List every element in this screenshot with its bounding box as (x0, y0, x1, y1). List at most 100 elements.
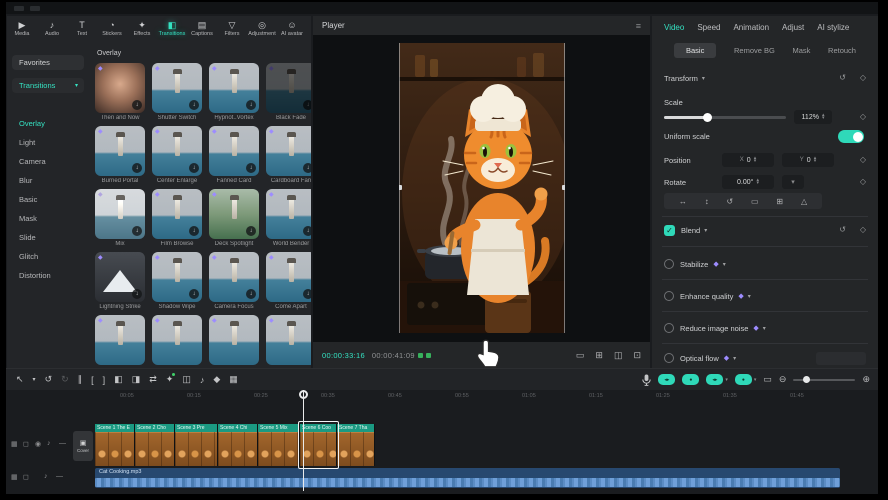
tab-adjustment[interactable]: ◎Adjustment (247, 16, 277, 42)
transition-item[interactable]: ◆↓Shadow Wipe (152, 252, 202, 315)
keyframe-tool-icon[interactable]: ◆ (213, 374, 220, 385)
split-icon[interactable]: ∥ (78, 374, 83, 385)
transform-handle-right[interactable] (564, 43, 565, 333)
transition-item[interactable]: ◆↓Shutter Switch (152, 63, 202, 126)
transition-item[interactable]: ◆↓Black Fade (266, 63, 311, 126)
transition-item[interactable]: ◆↓Camera Focus (209, 252, 259, 315)
player-menu-icon[interactable]: ≡ (636, 21, 641, 31)
tab-stickers[interactable]: ◔Stickers (97, 16, 127, 42)
optical-flow-checkbox[interactable] (664, 353, 674, 363)
sidebar-item-light[interactable]: Light (19, 138, 35, 147)
level-icon[interactable]: △ (801, 197, 807, 206)
transition-item[interactable]: ◆↓Mix (95, 189, 145, 252)
sidebar-item-glitch[interactable]: Glitch (19, 252, 38, 261)
rotate-dial-button[interactable]: ▾ (782, 175, 804, 189)
track-grid-icon[interactable]: ▦ (11, 473, 18, 481)
stabilize-checkbox[interactable] (664, 259, 674, 269)
titlebar-account-icon[interactable] (30, 6, 40, 11)
timeline-zoom-slider[interactable] (793, 379, 855, 381)
chevron-down-icon[interactable]: ▾ (725, 377, 728, 383)
scale-slider-knob[interactable] (703, 113, 712, 122)
transition-item[interactable]: ◆↓Fanned Card (209, 126, 259, 189)
reset-icon[interactable]: ↺ (839, 73, 846, 82)
transition-item[interactable]: ◆↓World Bender (266, 189, 311, 252)
tab-video[interactable]: Video (664, 23, 684, 32)
clip-scene-5[interactable]: Scene 5 Mix (258, 424, 300, 466)
timeline-ruler[interactable]: 00:05 00:15 00:25 00:35 00:45 00:55 01:0… (6, 390, 878, 404)
sidebar-item-camera[interactable]: Camera (19, 157, 46, 166)
tab-speed[interactable]: Speed (697, 23, 720, 32)
transition-item[interactable]: ◆↓Hypnot..Vortex (209, 63, 259, 126)
tab-audio[interactable]: ♪Audio (37, 16, 67, 42)
uniform-scale-toggle[interactable] (838, 130, 864, 143)
subtab-mask[interactable]: Mask (792, 46, 810, 55)
lock-icon[interactable]: ◻ (23, 473, 29, 481)
grid-view-icon[interactable]: ▦ (229, 374, 238, 385)
reset-icon[interactable]: ↺ (839, 225, 846, 234)
grid-align-icon[interactable]: ⊞ (776, 197, 783, 206)
transition-item[interactable]: ◆↓Come Apart (266, 252, 311, 315)
hide-icon[interactable]: ◉ (35, 440, 41, 448)
smart-tool-icon[interactable]: ✦ (166, 374, 174, 385)
clip-scene-1[interactable]: Scene 1 The E (95, 424, 135, 466)
sidebar-item-slide[interactable]: Slide (19, 233, 36, 242)
trim-left-icon[interactable]: [ (91, 375, 94, 385)
safe-zones-icon[interactable]: ⊞ (595, 350, 603, 361)
clip-scene-7[interactable]: Scene 7 Tha (337, 424, 375, 466)
rotate-90-icon[interactable]: ↺ (727, 197, 734, 206)
mute-icon[interactable]: ♪ (44, 473, 48, 480)
stepper-icon[interactable]: ▴▾ (814, 157, 817, 163)
transition-item[interactable]: ◆↓Center Enlarge (152, 126, 202, 189)
keyframe-icon[interactable]: ◇ (860, 177, 866, 186)
cover-button[interactable]: ▣ Cover (73, 431, 93, 461)
sidebar-item-overlay[interactable]: Overlay (19, 119, 45, 128)
ratio-icon[interactable]: ▭ (576, 350, 585, 361)
transform-section-header[interactable]: Transform ▾ (664, 70, 866, 86)
transition-item[interactable]: ◆↓Burned Portal (95, 126, 145, 189)
transition-mode-button[interactable]: ◂▸ (658, 374, 675, 385)
keyframe-icon[interactable]: ◇ (860, 155, 866, 164)
tab-media[interactable]: ▶Media (7, 16, 37, 42)
chevron-down-icon[interactable]: ▾ (763, 325, 766, 332)
swap-icon[interactable]: ⇄ (149, 374, 157, 385)
crop-icon[interactable]: ▭ (751, 197, 759, 206)
clip-scene-3[interactable]: Scene 3 Pre (175, 424, 218, 466)
collapse-icon[interactable]: — (56, 473, 63, 480)
lock-icon[interactable]: ◻ (23, 440, 29, 448)
video-preview[interactable] (399, 43, 565, 333)
optical-flow-detail-button[interactable] (816, 352, 866, 365)
scale-slider[interactable] (664, 116, 786, 119)
clip-scene-2[interactable]: Scene 2 Cho (135, 424, 175, 466)
keyframe-icon[interactable]: ◇ (860, 112, 866, 121)
mute-icon[interactable]: ♪ (47, 440, 51, 447)
tab-adjust[interactable]: Adjust (782, 23, 804, 32)
flip-vertical-icon[interactable]: ↕ (705, 197, 709, 206)
transition-item[interactable]: ◆ (266, 315, 311, 368)
playhead-line[interactable] (303, 390, 304, 491)
preview-canvas[interactable] (313, 35, 650, 342)
scale-value-field[interactable]: 112% ▴▾ (794, 110, 832, 124)
tab-ai-avatar[interactable]: ☺AI avatar (277, 16, 307, 42)
tab-ai-stylize[interactable]: AI stylize (817, 23, 849, 32)
transition-item[interactable]: ◆↓Lightning Strike (95, 252, 145, 315)
delete-right-icon[interactable]: ◨ (132, 374, 141, 385)
chevron-down-icon[interactable]: ▾ (733, 355, 736, 362)
preview-axis-icon[interactable]: ▭ (763, 374, 772, 385)
tab-transitions[interactable]: ◧Transitions (157, 16, 187, 42)
tab-animation[interactable]: Animation (733, 23, 769, 32)
titlebar-menu-icon[interactable] (14, 6, 24, 11)
record-voiceover-icon[interactable] (642, 374, 651, 386)
sidebar-item-blur[interactable]: Blur (19, 176, 32, 185)
zoom-in-icon[interactable]: ⊕ (862, 374, 870, 385)
sidebar-item-mask[interactable]: Mask (19, 214, 37, 223)
flip-horizontal-icon[interactable]: ↔ (679, 197, 687, 206)
zoom-out-icon[interactable]: ⊖ (779, 374, 787, 385)
select-tool-icon[interactable]: ↖ (16, 374, 24, 385)
mirror-preview-icon[interactable]: ◫ (614, 350, 623, 361)
keyframe-mode-button[interactable]: ● (682, 374, 699, 385)
transition-item[interactable]: ◆ (209, 315, 259, 368)
mask-tool-icon[interactable]: ◫ (182, 374, 191, 385)
transition-item[interactable]: ◆↓Deck Spotlight (209, 189, 259, 252)
undo-icon[interactable]: ↺ (45, 374, 53, 385)
position-y-field[interactable]: Y 0 ▴▾ (782, 153, 834, 167)
